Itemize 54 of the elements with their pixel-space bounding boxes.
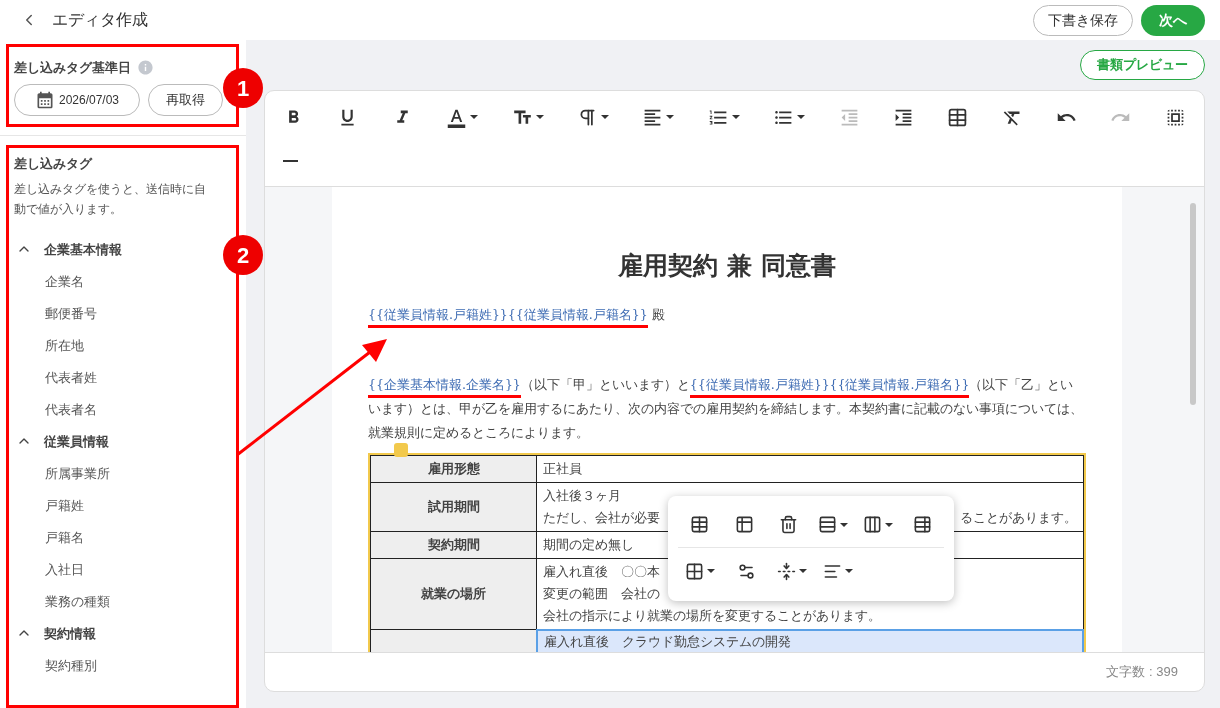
caret-icon [535,115,544,119]
document-paragraph: {{企業基本情報.企業名}}（以下「甲」といいます）と{{従業員情報.戸籍姓}}{{従業員情報.戸籍名}}（以下「乙」といいます）とは、甲が乙を雇用するにあたり、次の内容での雇用契約を締結します。本契約書に記載のない事項については、就業規則に定めるところによります。 [368,375,1084,442]
tag-item[interactable]: 戸籍名 [14,521,231,554]
page-title: エディタ作成 [52,10,148,30]
table-header-cell: 雇用形態 [370,455,537,482]
annotation-badge: 1 [223,68,263,108]
table-settings-icon [913,515,933,534]
tag-group-header[interactable]: 従業員情報 [14,425,109,458]
tag-item[interactable]: 代表者名 [14,393,231,426]
caret-icon [840,522,849,527]
vertical-align-icon [777,561,796,581]
table-icon [734,515,754,534]
character-count: 文字数 : 399 [1106,663,1178,682]
document-paragraph: {{従業員情報.戸籍姓}}{{従業員情報.戸籍名}} 殿 [368,302,1086,327]
document-title: 雇用契約 兼 同意書 [617,250,837,282]
table-header-cell: 就業の場所 [370,558,537,630]
table-header-cell: 試用期間 [370,482,537,531]
table-cell[interactable]: 雇入れ直後 クラウド勤怠システムの開発 [536,629,1083,652]
table-rows-icon [818,515,838,534]
tag-item[interactable]: 所属事業所 [14,457,231,490]
caret-icon [845,569,853,573]
tag-item[interactable]: 入社日 [14,553,231,586]
section-title: 差し込みタグ [14,154,94,173]
table-icon [947,106,969,128]
horizontal-rule-icon [283,160,298,162]
caret-icon [731,115,740,119]
caret-icon [470,115,479,119]
caret-icon [885,522,893,527]
trash-icon [779,515,799,534]
caret-icon [666,115,675,119]
tag-item[interactable]: 所在地 [14,329,231,362]
tag-item[interactable]: 業務の種類 [14,585,231,618]
caret-icon [799,569,807,573]
table-columns-icon [863,515,882,534]
table-cell[interactable]: 正社員 [536,455,1083,482]
table-icon [689,515,709,534]
tag-item[interactable]: 代表者姓 [14,361,231,394]
tag-item[interactable]: 郵便番号 [14,297,231,330]
caret-icon [797,115,806,119]
table-cell-icon [685,561,704,581]
tag-item[interactable]: 契約種別 [14,649,231,682]
scrollbar[interactable] [1190,203,1196,405]
caret-icon [707,569,715,573]
tag-group-header[interactable]: 契約情報 [14,617,96,650]
save-draft-button[interactable]: 下書き保存 [1033,4,1133,36]
table-handle-icon[interactable] [394,442,408,457]
table-header-cell: 契約期間 [370,531,537,558]
annotation-badge: 2 [223,235,263,275]
tag-group-header[interactable]: 企業基本情報 [14,233,122,266]
cell-settings-icon [736,561,756,581]
tag-item[interactable]: 戸籍姓 [14,489,231,522]
section-description: 差し込みタグを使うと、送信時に自動で値が入ります。 [14,182,207,218]
section-title: 差し込みタグ基準日 [14,59,131,77]
caret-icon [600,115,609,119]
